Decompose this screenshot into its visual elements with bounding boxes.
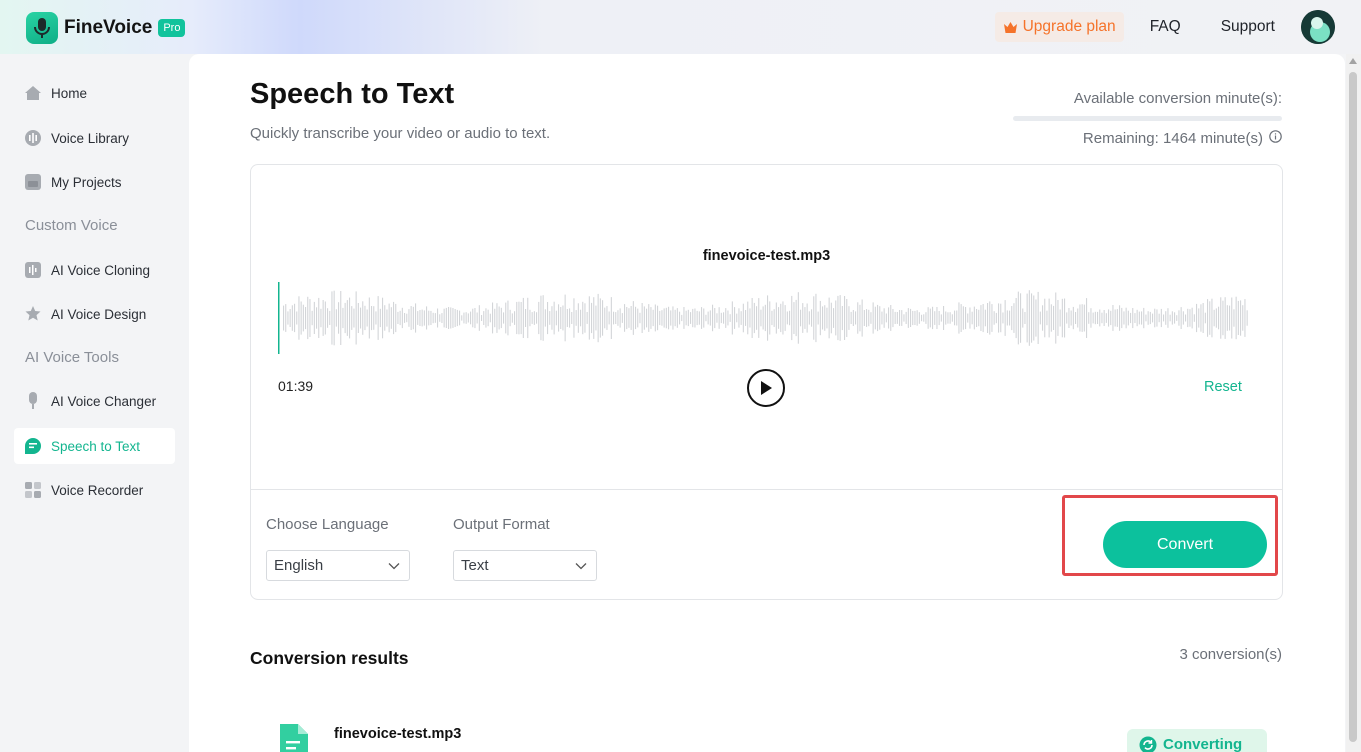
remaining-minutes-label: Remaining: 1464 minute(s) [1082,130,1263,147]
available-minutes-bar [1013,116,1282,121]
folder-icon [24,173,42,191]
chevron-down-icon [388,562,400,569]
play-button[interactable] [747,369,785,407]
sidebar-item-voice-library[interactable]: Voice Library [14,120,175,156]
sidebar-item-label: AI Voice Cloning [51,262,151,278]
audio-duration: 01:39 [278,378,314,394]
format-value: Text [461,557,489,574]
results-count: 3 conversion(s) [1179,646,1282,663]
refresh-icon [1139,736,1157,752]
audio-file-name: finevoice-test.mp3 [702,248,831,264]
convert-button[interactable]: Convert [1103,521,1267,568]
language-value: English [274,557,324,574]
microphone-icon [24,392,42,410]
reset-button[interactable]: Reset [1204,379,1242,395]
language-label: Choose Language [266,516,389,533]
format-select[interactable]: Text [453,550,597,581]
format-label: Output Format [453,516,550,533]
recorder-icon [24,481,42,499]
sidebar-item-home[interactable]: Home [14,75,175,111]
page-title: Speech to Text [250,78,455,110]
app-name: FineVoice [64,17,153,38]
pro-badge: Pro [158,19,186,37]
section-ai-voice-tools: AI Voice Tools [25,349,119,366]
remaining-minutes: Remaining: 1464 minute(s) [1083,130,1282,147]
sidebar-item-my-projects[interactable]: My Projects [14,164,175,200]
voice-cloning-icon [24,261,42,279]
sidebar-item-label: Speech to Text [51,438,141,454]
sidebar-item-label: AI Voice Design [51,306,147,322]
upgrade-plan-button[interactable]: Upgrade plan [994,12,1124,42]
voice-design-icon [24,305,42,323]
top-bar: FineVoice Pro Upgrade plan FAQ Support [0,0,1361,54]
info-icon[interactable] [1269,130,1282,147]
voice-library-icon [24,129,42,147]
play-icon [761,381,772,395]
avatar[interactable] [1301,10,1335,44]
speech-to-text-icon [24,437,42,455]
crown-icon [1003,21,1017,33]
sidebar-item-label: Voice Library [51,130,130,146]
status-badge: Converting [1127,729,1267,752]
home-icon [24,84,42,102]
language-select[interactable]: English [266,550,410,581]
result-file-name: finevoice-test.mp3 [334,726,462,742]
sidebar-item-ai-voice-changer[interactable]: AI Voice Changer [14,383,175,419]
sidebar-item-voice-recorder[interactable]: Voice Recorder [14,472,175,508]
app-logo[interactable]: FineVoice Pro [26,12,186,44]
scrollbar-thumb[interactable] [1349,72,1357,742]
sidebar-item-label: AI Voice Changer [51,393,157,409]
status-label: Converting [1163,736,1243,752]
chevron-down-icon [575,562,587,569]
sidebar-item-label: Home [51,85,88,101]
document-icon [280,724,308,752]
support-link[interactable]: Support [1221,18,1275,36]
page-subtitle: Quickly transcribe your video or audio t… [250,125,551,142]
sidebar-item-speech-to-text[interactable]: Speech to Text [14,428,175,464]
faq-link[interactable]: FAQ [1150,18,1181,36]
scroll-up-arrow-icon[interactable] [1349,58,1357,64]
sidebar-item-label: My Projects [51,174,122,190]
sidebar-item-ai-voice-cloning[interactable]: AI Voice Cloning [14,252,175,288]
upgrade-plan-label: Upgrade plan [1022,18,1116,35]
microphone-logo-icon [26,12,58,44]
sidebar-item-ai-voice-design[interactable]: AI Voice Design [14,296,175,332]
section-custom-voice: Custom Voice [25,217,118,234]
available-minutes-label: Available conversion minute(s): [1073,90,1282,107]
sidebar-item-label: Voice Recorder [51,482,144,498]
audio-waveform[interactable] [278,280,1250,356]
results-title: Conversion results [250,648,409,668]
card-divider [251,489,1282,490]
